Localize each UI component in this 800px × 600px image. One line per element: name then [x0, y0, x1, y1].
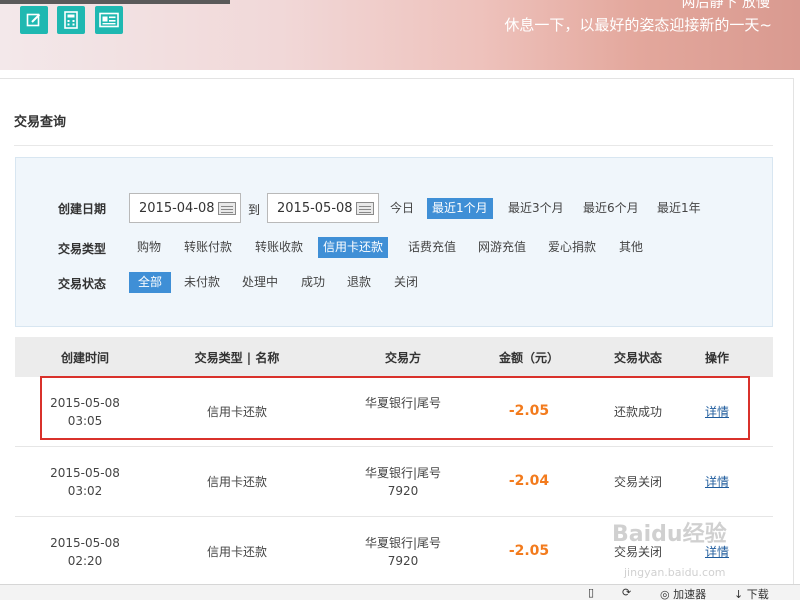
column-header-status: 交易状态: [613, 351, 662, 365]
end-date-value: 2015-05-08: [277, 200, 353, 216]
browser-status-bar: ▯ ⟳ ◎ 加速器 ↓ 下载: [0, 584, 800, 600]
row-time: 03:02: [67, 484, 103, 498]
highlight-box: [40, 376, 750, 440]
row-counterparty: 华夏银行|尾号 7920: [353, 464, 453, 500]
row-date: 2015-05-08: [50, 536, 120, 550]
column-header-type-name: 交易类型 | 名称: [194, 351, 280, 365]
accelerator-label: 加速器: [673, 588, 707, 600]
refresh-icon[interactable]: ⟳: [622, 586, 631, 599]
edit-icon[interactable]: [20, 6, 48, 34]
table-header: 创建时间 交易类型 | 名称 交易方 金额（元） 交易状态 操作: [15, 337, 773, 377]
type-option-phone-topup[interactable]: 话费充值: [403, 237, 461, 258]
date-quick-1-month[interactable]: 最近1个月: [427, 198, 493, 219]
status-filter-label: 交易状态: [58, 277, 107, 291]
type-option-donation[interactable]: 爱心捐款: [543, 237, 601, 258]
type-option-credit-card[interactable]: 信用卡还款: [318, 237, 389, 258]
row-type: 信用卡还款: [206, 545, 267, 559]
date-filter-label: 创建日期: [58, 202, 107, 216]
page-icon[interactable]: ▯: [588, 586, 594, 599]
banner-tagline-top: 两后静下 放慢: [681, 0, 770, 11]
watermark-url: jingyan.baidu.com: [624, 566, 726, 579]
top-banner: 两后静下 放慢 休息一下，以最好的姿态迎接新的一天~: [0, 0, 800, 70]
row-party-name: 华夏银行|尾号: [364, 466, 442, 480]
status-option-processing[interactable]: 处理中: [237, 272, 283, 293]
status-option-closed[interactable]: 关闭: [389, 272, 423, 293]
row-amount: -2.04: [508, 473, 550, 489]
column-header-amount: 金额（元）: [498, 351, 559, 365]
row-detail-link[interactable]: 详情: [687, 473, 747, 491]
download-button[interactable]: ↓ 下载: [734, 586, 769, 600]
start-date-value: 2015-04-08: [139, 200, 215, 216]
banner-shade: [0, 0, 230, 4]
row-amount: -2.05: [508, 543, 550, 559]
calculator-icon[interactable]: [57, 6, 85, 34]
row-created-date: 2015-05-08 02:20: [35, 534, 135, 570]
type-option-transfer-pay[interactable]: 转账付款: [179, 237, 237, 258]
row-party-tail: 7920: [387, 554, 419, 568]
row-date: 2015-05-08: [50, 466, 120, 480]
banner-tagline: 休息一下，以最好的姿态迎接新的一天~: [504, 16, 772, 34]
type-filter-label: 交易类型: [58, 242, 107, 256]
start-date-input[interactable]: 2015-04-08: [129, 193, 241, 223]
status-option-unpaid[interactable]: 未付款: [179, 272, 225, 293]
row-counterparty: 华夏银行|尾号 7920: [353, 534, 453, 570]
type-option-other[interactable]: 其他: [614, 237, 648, 258]
row-time: 02:20: [67, 554, 103, 568]
date-quick-1-year[interactable]: 最近1年: [652, 198, 706, 219]
date-quick-3-months[interactable]: 最近3个月: [503, 198, 569, 219]
row-status: 交易关闭: [613, 475, 662, 489]
type-option-shopping[interactable]: 购物: [132, 237, 166, 258]
column-header-counterparty: 交易方: [384, 351, 421, 365]
status-option-refund[interactable]: 退款: [342, 272, 376, 293]
accelerator-button[interactable]: ◎ 加速器: [660, 586, 706, 600]
column-header-created-time: 创建时间: [60, 351, 109, 365]
filter-box: 创建日期 2015-04-08 到 2015-05-08 今日 最近1个月 最近…: [15, 157, 773, 327]
title-divider: [14, 145, 773, 146]
row-type: 信用卡还款: [206, 475, 267, 489]
watermark-logo: Baidu经验: [612, 522, 727, 547]
page-title: 交易查询: [14, 115, 67, 130]
id-card-icon[interactable]: [95, 6, 123, 34]
status-option-success[interactable]: 成功: [296, 272, 330, 293]
download-label: 下载: [746, 588, 769, 600]
column-header-action: 操作: [704, 351, 729, 365]
calendar-icon[interactable]: [218, 202, 236, 215]
table-row: 2015-05-08 03:02 信用卡还款 华夏银行|尾号 7920 -2.0…: [15, 447, 773, 517]
status-option-all[interactable]: 全部: [129, 272, 172, 293]
transaction-panel: 交易查询 创建日期 2015-04-08 到 2015-05-08 今日 最近1…: [0, 78, 794, 588]
download-icon: ↓: [734, 588, 744, 600]
date-quick-today[interactable]: 今日: [385, 198, 419, 219]
date-quick-6-months[interactable]: 最近6个月: [578, 198, 644, 219]
type-option-game-topup[interactable]: 网游充值: [473, 237, 531, 258]
accelerator-icon: ◎: [660, 588, 670, 600]
type-option-transfer-receive[interactable]: 转账收款: [250, 237, 308, 258]
row-created-date: 2015-05-08 03:02: [35, 464, 135, 500]
date-to-label: 到: [248, 203, 261, 217]
calendar-icon[interactable]: [356, 202, 374, 215]
row-party-tail: 7920: [387, 484, 419, 498]
end-date-input[interactable]: 2015-05-08: [267, 193, 379, 223]
row-party-name: 华夏银行|尾号: [364, 536, 442, 550]
